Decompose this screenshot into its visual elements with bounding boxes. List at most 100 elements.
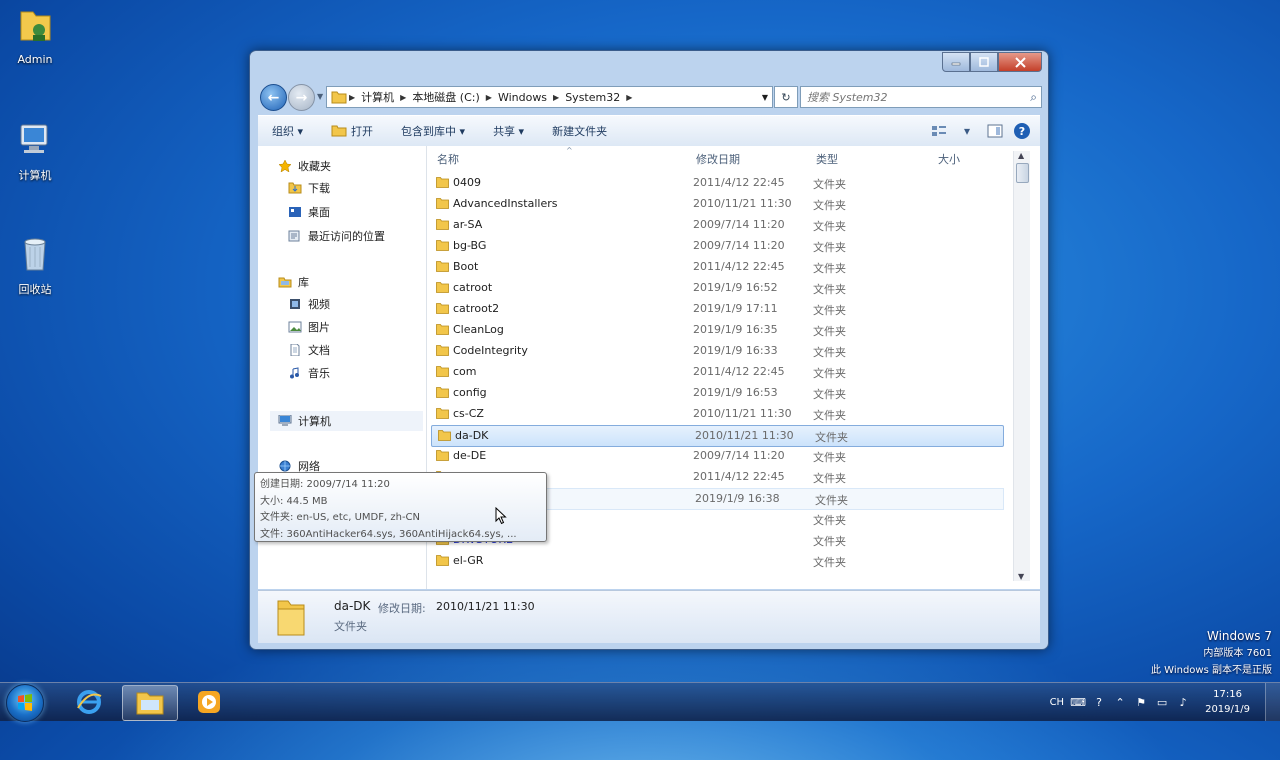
file-row[interactable]: AdvancedInstallers 2010/11/21 11:30 文件夹 — [430, 194, 1012, 214]
nav-item-documents[interactable]: 文档 — [288, 342, 426, 358]
network-icon[interactable]: ▭ — [1155, 695, 1169, 709]
file-row[interactable]: ar-SA 2009/7/14 11:20 文件夹 — [430, 215, 1012, 235]
nav-item-pictures[interactable]: 图片 — [288, 319, 426, 335]
column-header-type[interactable]: 类型 — [816, 151, 838, 169]
column-header-name[interactable]: 名称 — [437, 151, 459, 169]
file-row[interactable]: com 2011/4/12 22:45 文件夹 — [430, 362, 1012, 382]
chevron-right-icon[interactable]: ▶ — [624, 93, 634, 102]
chevron-right-icon[interactable]: ▶ — [347, 93, 357, 102]
new-folder-button[interactable]: 新建文件夹 — [538, 123, 621, 139]
taskbar-media-player[interactable] — [182, 685, 236, 719]
nav-item-favorites[interactable]: 收藏夹 — [278, 158, 418, 174]
file-row[interactable]: catroot 2019/1/9 16:52 文件夹 — [430, 278, 1012, 298]
scroll-down-icon[interactable]: ▼ — [1018, 572, 1024, 581]
file-row[interactable]: catroot2 2019/1/9 17:11 文件夹 — [430, 299, 1012, 319]
minimize-button[interactable] — [942, 52, 970, 72]
nav-label: 下载 — [308, 182, 330, 195]
share-menu[interactable]: 共享 ▾ — [479, 123, 538, 139]
file-row[interactable]: cs-CZ 2010/11/21 11:30 文件夹 — [430, 404, 1012, 424]
nav-item-recent-places[interactable]: 最近访问的位置 — [288, 228, 426, 244]
details-modified-value: 2010/11/21 11:30 — [436, 600, 535, 613]
nav-item-libraries[interactable]: 库 — [278, 274, 418, 290]
file-modified: 2009/7/14 11:20 — [693, 239, 785, 252]
show-desktop-button[interactable] — [1265, 683, 1280, 721]
desktop-icon-label: Admin — [17, 53, 53, 66]
scroll-up-icon[interactable]: ▲ — [1018, 151, 1024, 160]
refresh-button[interactable]: ↻ — [774, 86, 798, 108]
nav-label: 图片 — [308, 321, 330, 334]
chevron-right-icon[interactable]: ▶ — [484, 93, 494, 102]
start-button[interactable] — [6, 684, 44, 722]
nav-label: 音乐 — [308, 367, 330, 380]
file-modified: 2011/4/12 22:45 — [693, 260, 785, 273]
file-type: 文件夹 — [813, 367, 846, 380]
nav-item-videos[interactable]: 视频 — [288, 296, 426, 312]
help-button[interactable]: ? — [1014, 123, 1030, 139]
title-bar[interactable] — [250, 51, 1048, 81]
view-dropdown-button[interactable]: ▾ — [958, 123, 976, 139]
desktop-icon-recycle-bin[interactable]: 回收站 — [0, 234, 70, 297]
file-name: da-DK — [455, 429, 489, 442]
chevron-right-icon[interactable]: ▶ — [551, 93, 561, 102]
file-name: AdvancedInstallers — [453, 197, 558, 210]
input-language-indicator[interactable]: CH — [1050, 697, 1065, 708]
file-row[interactable]: 0409 2011/4/12 22:45 文件夹 — [430, 173, 1012, 193]
search-input[interactable] — [801, 89, 1014, 105]
nav-item-music[interactable]: 音乐 — [288, 365, 426, 381]
file-row[interactable]: bg-BG 2009/7/14 11:20 文件夹 — [430, 236, 1012, 256]
column-header-size[interactable]: 大小 — [938, 151, 960, 169]
file-row[interactable]: el-GR 文件夹 — [430, 551, 1012, 571]
close-button[interactable] — [998, 52, 1042, 72]
file-row[interactable]: Boot 2011/4/12 22:45 文件夹 — [430, 257, 1012, 277]
recent-pages-dropdown[interactable]: ▼ — [317, 92, 323, 101]
maximize-button[interactable] — [970, 52, 998, 72]
keyboard-icon[interactable]: ⌨ — [1070, 695, 1086, 709]
organize-label: 组织 ▾ — [272, 125, 304, 138]
flag-icon[interactable]: ⚑ — [1134, 695, 1148, 709]
file-row[interactable]: de-DE 2009/7/14 11:20 文件夹 — [430, 446, 1012, 466]
open-button[interactable]: 打开 — [317, 123, 387, 139]
taskbar-internet-explorer[interactable] — [62, 685, 116, 719]
chevron-right-icon[interactable]: ▶ — [398, 93, 408, 102]
taskbar-windows-explorer[interactable] — [122, 685, 178, 721]
file-row[interactable]: CodeIntegrity 2019/1/9 16:33 文件夹 — [430, 341, 1012, 361]
file-row[interactable]: config 2019/1/9 16:53 文件夹 — [430, 383, 1012, 403]
breadcrumb-windows[interactable]: Windows — [494, 91, 551, 104]
address-bar[interactable]: ▶ 计算机 ▶ 本地磁盘 (C:) ▶ Windows ▶ System32 ▶… — [326, 86, 773, 108]
chevron-icon[interactable]: ⌃ — [1113, 695, 1127, 709]
breadcrumb-computer[interactable]: 计算机 — [357, 89, 398, 105]
nav-item-desktop[interactable]: 桌面 — [288, 204, 426, 220]
folder-icon — [436, 345, 449, 356]
file-type: 文件夹 — [813, 451, 846, 464]
breadcrumb-local-disk[interactable]: 本地磁盘 (C:) — [408, 89, 483, 105]
arrow-right-icon: → — [295, 89, 308, 106]
nav-item-downloads[interactable]: 下载 — [288, 180, 426, 196]
back-button[interactable]: ← — [260, 84, 287, 111]
organize-menu[interactable]: 组织 ▾ — [258, 123, 317, 139]
nav-item-computer[interactable]: 计算机 — [270, 411, 423, 431]
nav-label: 桌面 — [308, 206, 330, 219]
desktop-icon-computer[interactable]: 计算机 — [0, 120, 70, 183]
search-box[interactable]: ⌕ — [800, 86, 1042, 108]
file-name: catroot — [453, 281, 493, 294]
file-type: 文件夹 — [813, 178, 846, 191]
volume-icon[interactable]: ♪ — [1176, 695, 1190, 709]
breadcrumb-system32[interactable]: System32 — [561, 91, 624, 104]
include-in-library-menu[interactable]: 包含到库中 ▾ — [387, 123, 479, 139]
search-icon[interactable]: ⌕ — [1030, 90, 1037, 105]
address-dropdown-icon[interactable]: ▼ — [762, 93, 772, 102]
vertical-scrollbar[interactable]: ▲ ▼ — [1013, 151, 1030, 581]
column-header-modified[interactable]: 修改日期 — [696, 151, 740, 169]
forward-button[interactable]: → — [288, 84, 315, 111]
media-player-icon — [198, 691, 220, 713]
preview-pane-button[interactable] — [986, 123, 1004, 139]
help-circle-icon[interactable]: ? — [1092, 695, 1106, 709]
desktop-icon-label: 回收站 — [18, 283, 52, 296]
desktop-icon-admin[interactable]: Admin — [0, 6, 70, 66]
clock[interactable]: 17:16 2019/1/9 — [1205, 687, 1250, 717]
scrollbar-thumb[interactable] — [1016, 163, 1029, 183]
file-row[interactable]: CleanLog 2019/1/9 16:35 文件夹 — [430, 320, 1012, 340]
help-icon: ? — [1018, 124, 1026, 138]
view-options-button[interactable] — [930, 123, 948, 139]
file-row[interactable]: da-DK 2010/11/21 11:30 文件夹 — [431, 425, 1004, 447]
